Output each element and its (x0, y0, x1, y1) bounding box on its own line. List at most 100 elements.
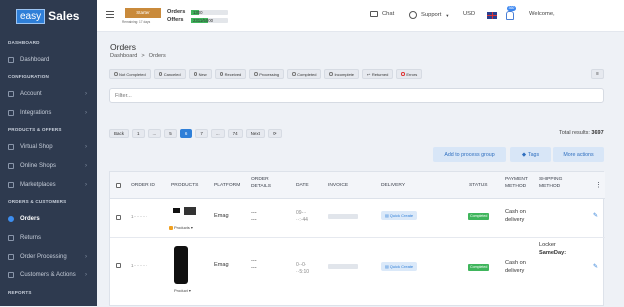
col-payment-2: METHOD (505, 183, 527, 189)
products-dropdown[interactable]: Product ▾ (174, 288, 191, 293)
more-actions-button[interactable]: More actions (553, 147, 604, 162)
payment-method: delivery (505, 268, 525, 274)
sidebar-item-online-shops[interactable]: Online Shops › (0, 158, 97, 173)
filter-label: Incomplete (334, 71, 355, 77)
topbar: Starter Remaining: 17 days Orders Offers… (97, 0, 624, 32)
table-row[interactable]: 1········· Products ▾ Emag --- --- 09-··… (110, 199, 605, 238)
edit-icon[interactable]: ✎ (593, 263, 598, 270)
filter-label: Processing (259, 71, 280, 77)
page-button[interactable]: 1 (132, 129, 145, 138)
col-order-details-2: DETAILS (251, 183, 272, 189)
sidebar-item-dashboard[interactable]: Dashboard (0, 52, 97, 67)
sidebar-item-account[interactable]: Account › (0, 86, 97, 101)
sidebar-item-label: Online Shops (20, 162, 57, 169)
globe-icon (8, 162, 14, 169)
caret-down-icon: ▼ (445, 12, 450, 18)
logo-text: Sales (48, 9, 80, 23)
payment-method: Cash on (505, 260, 526, 266)
col-order-id: ORDER ID (131, 183, 155, 188)
status-badge: Completed (468, 264, 490, 271)
col-invoice: INVOICE (328, 183, 349, 188)
payment-method: Cash on (505, 209, 526, 215)
page-button[interactable]: 74 (227, 129, 243, 138)
filter-received[interactable]: Received (214, 69, 247, 79)
welcome-text[interactable]: Welcome, (529, 11, 555, 17)
sidebar-item-marketplaces[interactable]: Marketplaces › (0, 177, 97, 192)
order-details: --- (251, 258, 257, 264)
column-settings-icon[interactable]: ⋮ (595, 182, 602, 190)
filter-label: Returned (371, 71, 389, 77)
orders-usage-bar: 1300 (191, 10, 228, 15)
row-checkbox[interactable] (116, 215, 121, 220)
filter-errors[interactable]: Errors (396, 69, 423, 79)
breadcrumb-separator: > (141, 53, 145, 59)
order-id[interactable]: 1········· (131, 262, 147, 269)
quick-create-button[interactable]: ▤ Quick Create (381, 211, 418, 220)
filter-menu-icon[interactable]: ≡ (591, 69, 604, 79)
chat-button[interactable]: Chat (370, 11, 394, 17)
edit-icon[interactable]: ✎ (593, 212, 598, 219)
platform: Emag (214, 213, 229, 219)
filter-incomplete[interactable]: Incomplete (324, 69, 360, 79)
row-checkbox[interactable] (116, 263, 121, 268)
tag-icon: ◆ (521, 151, 526, 158)
refresh-icon[interactable]: ⟳ (267, 129, 282, 138)
filter-returned[interactable]: ↩ Returned (362, 69, 394, 79)
order-id[interactable]: 1········· (131, 213, 147, 220)
filter-canceled[interactable]: Canceled (153, 69, 186, 79)
plan-badge[interactable]: Starter (125, 8, 161, 18)
section-configuration: CONFIGURATION (8, 74, 50, 79)
support-dropdown[interactable]: Support ▼ (409, 11, 449, 19)
uk-flag-icon[interactable] (487, 12, 497, 19)
sidebar-item-integrations[interactable]: Integrations › (0, 105, 97, 120)
radio-icon (193, 72, 198, 76)
invoice-field[interactable] (328, 214, 358, 219)
chevron-right-icon: › (85, 253, 87, 260)
logo[interactable]: easy Sales (0, 0, 97, 32)
sidebar-item-order-processing[interactable]: Order Processing › (0, 249, 97, 264)
quick-create-button[interactable]: ▤ Quick Create (381, 262, 418, 271)
sidebar-item-customers-actions[interactable]: Customers & Actions › (0, 267, 97, 282)
invoice-field[interactable] (328, 264, 358, 269)
orders-icon (8, 215, 14, 222)
page-next-button[interactable]: Next (245, 129, 265, 138)
page-back-button[interactable]: Back (109, 129, 130, 138)
filter-completed[interactable]: Completed (287, 69, 322, 79)
sidebar-item-returns[interactable]: Returns (0, 230, 97, 245)
payment-method: delivery (505, 217, 525, 223)
filter-processing[interactable]: Processing (249, 69, 285, 79)
bell-icon[interactable] (506, 11, 514, 20)
filter-input[interactable] (109, 88, 604, 103)
tags-button[interactable]: ◆ Tags (510, 147, 551, 162)
add-to-process-group-button[interactable]: Add to process group (433, 147, 506, 162)
page-button[interactable]: 7 (195, 129, 208, 138)
sidebar-item-label: Marketplaces (20, 181, 56, 188)
breadcrumb-home[interactable]: Dashboard (110, 53, 137, 59)
col-status: STATUS (469, 183, 488, 188)
user-icon (8, 90, 14, 97)
sidebar-item-virtual-shop[interactable]: Virtual Shop › (0, 139, 97, 154)
products-dropdown[interactable]: Products ▾ (169, 225, 193, 230)
sidebar-item-orders[interactable]: Orders (0, 211, 97, 226)
order-date: 09-·· (296, 210, 307, 216)
breadcrumb: Dashboard > Orders (110, 53, 166, 59)
orders-usage-value: 1300 (193, 9, 203, 15)
sidebar: easy Sales DASHBOARD Dashboard CONFIGURA… (0, 0, 97, 306)
currency-selector[interactable]: USD (463, 11, 475, 17)
page-button-current[interactable]: 6 (179, 129, 193, 138)
table-row[interactable]: 1········· Product ▾ Emag --- --- 0·-0· … (110, 238, 605, 307)
page-button[interactable]: 5 (164, 129, 177, 138)
shop-icon (8, 143, 14, 150)
process-icon (8, 253, 14, 260)
col-shipping-2: METHOD (539, 183, 561, 189)
radio-icon (254, 72, 258, 76)
order-time: ··5:10 (296, 269, 310, 275)
chevron-right-icon: › (85, 271, 87, 278)
radio-icon (114, 72, 118, 76)
filter-new[interactable]: New (188, 69, 212, 79)
filter-not-completed[interactable]: Not Completed (109, 69, 151, 79)
menu-icon[interactable] (106, 11, 114, 18)
select-all-checkbox[interactable] (116, 183, 121, 188)
support-label: Support (421, 12, 442, 18)
product-thumbnail (184, 207, 196, 215)
